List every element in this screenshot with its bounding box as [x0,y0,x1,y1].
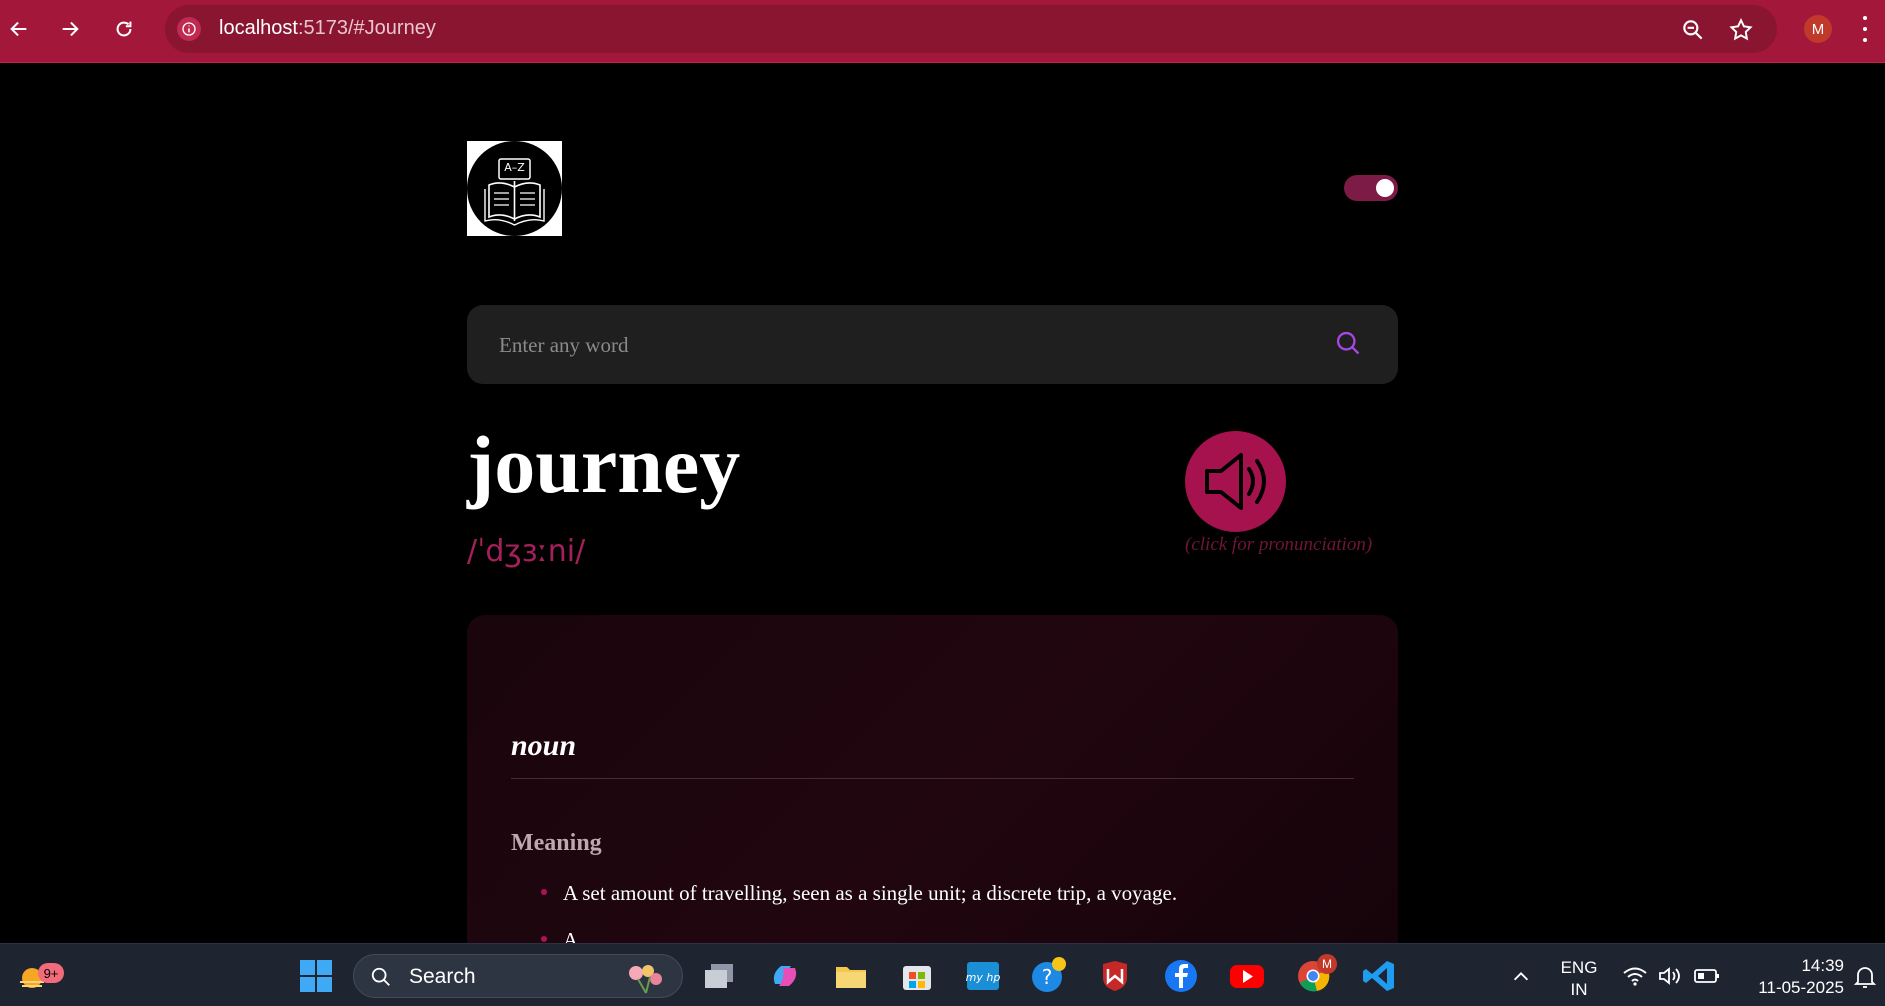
task-view-button[interactable] [697,954,741,998]
svg-text:?: ? [1042,965,1053,989]
vscode-icon [1363,961,1394,991]
mcafee-shield-icon [1103,961,1127,991]
browser-menu-icon[interactable] [1860,16,1870,42]
browser-toolbar: localhost:5173/#Journey M [0,0,1885,63]
taskbar-search-label: Search [409,965,476,988]
url-text[interactable]: localhost:5173/#Journey [219,17,436,40]
reload-button[interactable] [109,14,139,44]
word-title: journey [467,419,741,510]
list-item: A [537,928,1377,943]
date-text: 11-05-2025 [1758,978,1844,998]
list-item: A set amount of travelling, seen as a si… [537,881,1377,906]
theme-toggle[interactable] [1344,175,1398,201]
back-button[interactable] [4,14,34,44]
toggle-knob [1376,179,1394,197]
youtube-icon [1230,965,1264,988]
facebook-button[interactable] [1159,954,1203,998]
file-explorer-button[interactable] [829,954,873,998]
myhp-button[interactable]: my hp [961,954,1005,998]
folder-icon [836,967,866,988]
svg-text:my hp: my hp [966,971,1001,984]
myhp-icon: my hp [966,962,1001,990]
chrome-profile-badge: M [1317,954,1337,974]
search-box [467,305,1398,384]
phonetic-text: /ˈdʒɜːni/ [467,534,586,569]
meaning-heading: Meaning [511,830,602,856]
taskbar: 9+ Search my hp ? M ENG IN 14:39 11-05-2… [0,943,1885,1006]
chevron-up-icon[interactable] [1510,966,1532,988]
language-indicator[interactable]: ENG IN [1553,957,1605,1001]
task-view-icon [705,964,733,988]
youtube-button[interactable] [1225,954,1269,998]
reload-icon [116,21,132,37]
profile-avatar[interactable]: M [1804,15,1832,43]
logo-text: A–Z [504,161,525,174]
definition-card: noun Meaning A set amount of travelling,… [467,615,1398,943]
copilot-icon [773,966,797,986]
help-icon: ? [1032,957,1066,992]
windows-icon [300,960,332,992]
chrome-button[interactable]: M [1291,954,1337,998]
search-input[interactable] [499,325,1299,365]
battery-icon[interactable] [1694,966,1720,986]
taskbar-search[interactable]: Search [353,954,683,998]
site-info-icon[interactable] [177,17,201,41]
language-code: ENG [1560,958,1598,977]
notifications-icon[interactable] [1853,964,1877,990]
search-icon[interactable] [1334,329,1362,357]
search-icon [371,967,390,986]
flowers-icon [629,965,662,994]
speaker-icon [1205,453,1266,510]
divider [511,778,1354,779]
store-icon [903,966,931,990]
volume-icon[interactable] [1657,964,1683,988]
region-code: IN [1570,980,1588,1000]
start-button[interactable] [294,954,338,998]
clock[interactable]: 14:39 11-05-2025 [1740,955,1844,999]
part-of-speech: noun [511,729,577,762]
vscode-button[interactable] [1357,954,1401,998]
url-host: localhost [219,17,298,39]
help-button[interactable]: ? [1027,954,1071,998]
wifi-icon[interactable] [1622,964,1648,988]
weather-badge: 9+ [38,963,64,983]
forward-button[interactable] [55,14,85,44]
facebook-icon [1165,960,1197,992]
pronunciation-hint: (click for pronunciation) [1185,534,1373,555]
book-icon [484,158,545,226]
bookmark-star-icon[interactable] [1728,17,1754,43]
time-text: 14:39 [1801,956,1844,975]
mcafee-button[interactable] [1093,954,1137,998]
zoom-icon[interactable] [1680,17,1706,43]
address-bar[interactable]: localhost:5173/#Journey [165,5,1777,53]
app-logo: A–Z [467,141,562,236]
weather-widget[interactable]: 9+ [10,954,64,998]
forward-arrow-icon [62,21,79,37]
url-path: :5173/#Journey [297,17,436,39]
definitions-list: A set amount of travelling, seen as a si… [537,881,1377,943]
dictionary-page: A–Z journey /ˈdʒɜːni/ (click for pronunc… [0,64,1885,943]
back-arrow-icon [10,21,27,37]
store-button[interactable] [895,954,939,998]
pronunciation-button[interactable] [1185,431,1286,532]
copilot-button[interactable] [763,954,807,998]
